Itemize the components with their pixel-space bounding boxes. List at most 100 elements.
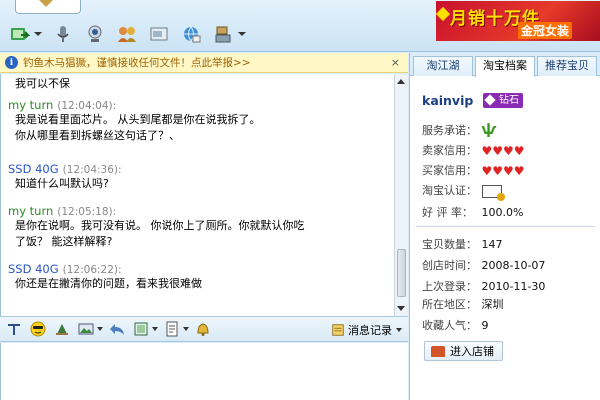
chat-message: SSD 40G (12:04:36): 知道什么叫默认吗? xyxy=(8,162,122,192)
service-promise-icon[interactable]: ѱ xyxy=(482,122,497,138)
message-text: 知道什么叫默认吗? xyxy=(15,177,109,190)
item-count-row: 宝贝数量： 147 xyxy=(422,236,503,252)
webcam-icon xyxy=(88,25,102,42)
chevron-down-icon[interactable] xyxy=(34,32,42,36)
created-row: 创店时间： 2008-10-07 xyxy=(422,257,545,273)
action-toolbar xyxy=(8,20,256,48)
message-history-button[interactable]: 消息记录 xyxy=(331,322,402,338)
chevron-down-icon[interactable] xyxy=(97,327,103,331)
chat-scrollbar[interactable] xyxy=(394,74,408,316)
bell-icon[interactable] xyxy=(195,321,211,337)
info-icon: i xyxy=(5,56,18,69)
tab-recommended[interactable]: 推荐宝贝 xyxy=(537,56,597,76)
buyer-hearts[interactable]: ♥ ♥ ♥ ♥ xyxy=(482,165,525,177)
font-icon[interactable] xyxy=(6,321,22,337)
message-text: 你从哪里看到拆螺丝这句话了？、 xyxy=(15,129,180,142)
panel-tabs: 淘江湖 淘宝档案 推荐宝贝 xyxy=(410,53,600,77)
shop-name[interactable]: kainvip xyxy=(422,93,473,108)
chevron-down-icon[interactable] xyxy=(183,327,189,331)
screenshot-button[interactable] xyxy=(148,21,170,47)
message-text: 是你在说啊。我可没有说。 你说你上了厕所。你就默认你吃 xyxy=(15,219,305,232)
item-count-label: 宝贝数量： xyxy=(422,238,477,251)
close-icon[interactable]: × xyxy=(391,56,400,69)
message-time: (12:04:04): xyxy=(57,100,117,112)
star-icon xyxy=(436,6,451,22)
message-text: 我是说看里面芯片。 从头到尾都是你在说我拆了。 xyxy=(15,113,261,126)
heart-icon: ♥ xyxy=(513,164,525,178)
history-icon xyxy=(332,324,344,336)
group-button[interactable] xyxy=(116,21,138,47)
input-toolbar: 消息记录 xyxy=(0,316,408,342)
region-row: 所在地区： 深圳 xyxy=(422,296,504,312)
ad-subtitle: 金冠女装 xyxy=(518,22,573,39)
chevron-down-icon[interactable] xyxy=(238,32,246,36)
tab-taojianghu[interactable]: 淘江湖 xyxy=(413,56,473,76)
region-value: 深圳 xyxy=(481,298,504,311)
shop-info-panel: 淘江湖 淘宝档案 推荐宝贝 kainvip 钻石 服务承诺： ѱ 卖家信用： ♥… xyxy=(409,53,600,400)
shop-icon xyxy=(431,345,445,357)
chat-message: SSD 40G (12:06:22): 你还是在撇清你的问题，看来我很难做 xyxy=(8,262,202,292)
advertisement-banner[interactable]: 月销十万件 金冠女装 xyxy=(436,1,600,41)
seller-hearts[interactable]: ♥ ♥ ♥ ♥ xyxy=(482,145,525,157)
certification-row: 淘宝认证： xyxy=(422,182,505,201)
buyer-credit-row: 买家信用： ♥ ♥ ♥ ♥ xyxy=(422,162,525,178)
item-count-value: 147 xyxy=(481,238,503,251)
heart-icon: ♥ xyxy=(481,144,493,158)
seller-credit-row: 卖家信用： ♥ ♥ ♥ ♥ xyxy=(422,142,525,158)
message-input[interactable] xyxy=(0,343,408,400)
heart-icon: ♥ xyxy=(513,144,525,158)
heart-icon: ♥ xyxy=(481,164,493,178)
tools-button[interactable] xyxy=(212,21,246,47)
created-label: 创店时间： xyxy=(422,259,477,272)
emoticon-icon[interactable] xyxy=(30,321,46,337)
reply-icon[interactable] xyxy=(109,321,125,337)
microphone-icon xyxy=(57,26,69,42)
sender-name: my turn xyxy=(8,98,54,112)
chevron-down-icon[interactable] xyxy=(396,328,402,332)
popularity-label: 收藏人气： xyxy=(422,319,477,332)
tab-taobao-profile[interactable]: 淘宝档案 xyxy=(475,56,535,77)
last-login-value: 2010-11-30 xyxy=(481,280,546,293)
avatar-image xyxy=(36,0,56,7)
send-file-button[interactable] xyxy=(8,21,42,47)
heart-icon: ♥ xyxy=(492,164,504,178)
heart-icon: ♥ xyxy=(503,164,514,178)
scroll-up-icon[interactable] xyxy=(397,79,405,84)
scroll-down-icon[interactable] xyxy=(397,306,405,311)
service-label: 服务承诺： xyxy=(422,124,477,137)
voice-button[interactable] xyxy=(52,21,74,47)
divider xyxy=(416,226,595,227)
service-row: 服务承诺： ѱ xyxy=(422,122,496,138)
scroll-thumb[interactable] xyxy=(397,249,406,297)
chevron-down-icon[interactable] xyxy=(152,327,158,331)
image-icon[interactable] xyxy=(78,321,94,337)
chat-message: my turn (12:04:04): 我是说看里面芯片。 从头到尾都是你在说我拆… xyxy=(8,98,261,144)
quick-phrase-icon[interactable] xyxy=(164,321,180,337)
video-button[interactable] xyxy=(84,21,106,47)
created-value: 2008-10-07 xyxy=(481,259,546,272)
send-file-icon xyxy=(11,28,30,40)
message-time: (12:06:22): xyxy=(62,264,122,276)
enter-shop-button[interactable]: 进入店铺 xyxy=(424,341,503,361)
notice-text[interactable]: 钓鱼木马猖獗，谨慎接收任何文件！点此举报>> xyxy=(23,55,251,70)
certification-icon[interactable] xyxy=(481,184,505,201)
sender-name: SSD 40G xyxy=(8,262,59,276)
enter-shop-label: 进入店铺 xyxy=(450,345,494,358)
sender-name: my turn xyxy=(8,204,54,218)
chat-history[interactable]: 我可以不保 my turn (12:04:04): 我是说看里面芯片。 从头到尾都… xyxy=(0,74,394,316)
seller-credit-label: 卖家信用： xyxy=(422,144,477,157)
browser-icon xyxy=(184,26,201,43)
chat-message: 我可以不保 xyxy=(8,76,70,92)
message-text: 了饭？ 能这样解释? xyxy=(15,235,113,248)
group-icon xyxy=(118,27,136,42)
screenshot-icon[interactable] xyxy=(133,321,149,337)
tools-icon xyxy=(215,26,231,43)
certification-label: 淘宝认证： xyxy=(422,184,477,197)
browser-button[interactable] xyxy=(180,21,202,47)
avatar[interactable] xyxy=(15,0,81,14)
shake-icon[interactable] xyxy=(54,321,70,337)
message-text: 我可以不保 xyxy=(15,77,70,90)
rating-value: 100.0% xyxy=(481,206,524,219)
popularity-value: 9 xyxy=(481,319,489,332)
rating-label: 好 评 率： xyxy=(422,206,473,219)
